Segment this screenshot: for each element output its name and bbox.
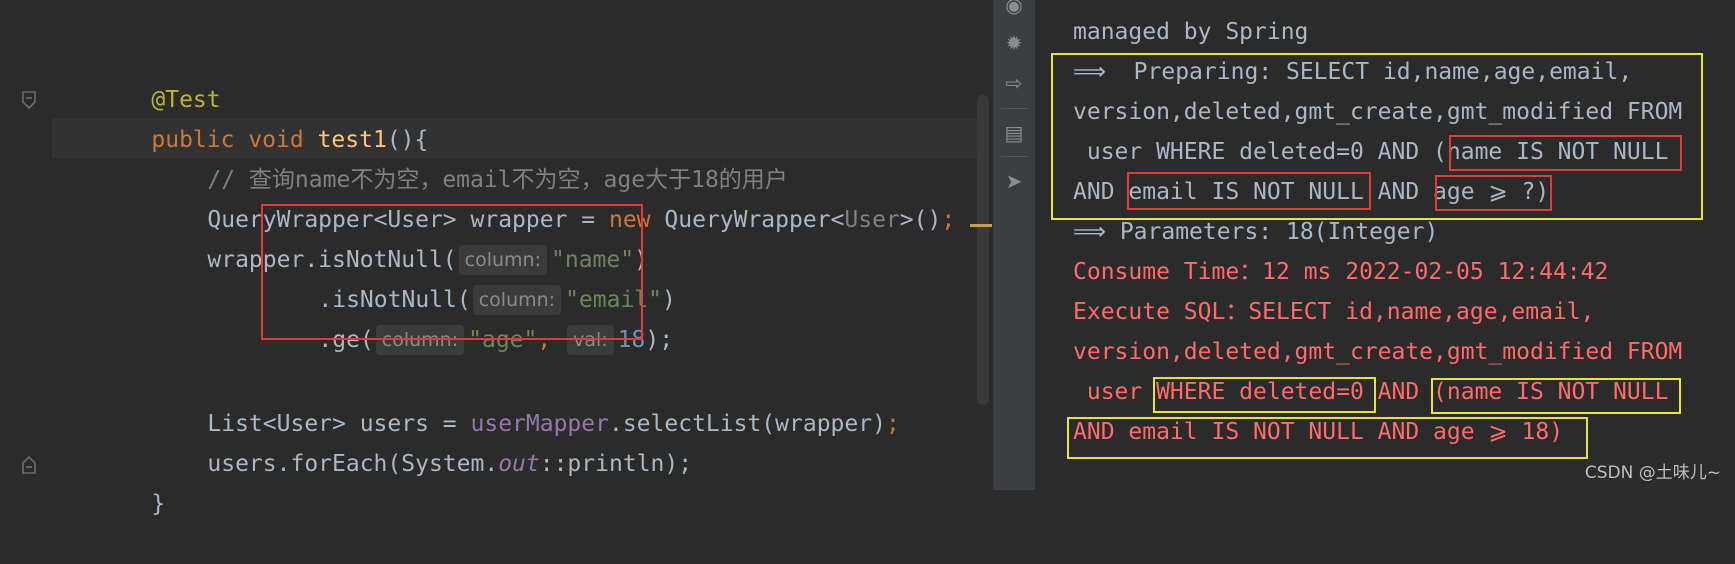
console-line: version,deleted,gmt_create,gmt_modified … <box>1073 339 1683 365</box>
bug-icon[interactable]: ✹ <box>1003 32 1025 54</box>
console-line: managed by Spring <box>1073 19 1309 45</box>
semicolon: ; <box>941 207 956 233</box>
call-end: ); <box>645 327 674 353</box>
highlight-box-age-placeholder <box>1435 175 1552 211</box>
highlight-box-email-not-null <box>1127 172 1371 210</box>
code-line-wrapper-declaration[interactable]: QueryWrapper<User> wrapper = new QueryWr… <box>152 160 955 233</box>
fold-method-icon[interactable] <box>20 90 38 110</box>
toolbar-separator <box>1001 108 1027 109</box>
editor-gutter <box>0 0 52 490</box>
semicolon: ; <box>885 411 900 437</box>
highlight-box-name-condition <box>1431 378 1681 414</box>
highlight-box-name-not-null <box>1449 135 1682 171</box>
fold-end-icon[interactable] <box>20 455 38 475</box>
code-editor[interactable]: @Test public void test1(){ // 查询name不为空，… <box>0 0 992 517</box>
static-field-out: out <box>498 451 540 477</box>
console-line-execute-sql: Execute SQL：SELECT id,name,age,email, <box>1073 299 1595 325</box>
constructor-generic: User <box>844 207 900 233</box>
code-line-select-list[interactable]: List<User> users = userMapper.selectList… <box>152 364 899 437</box>
constructor: QueryWrapper< <box>664 207 845 233</box>
code-line-comment[interactable]: // 查询name不为空，email不为空，age大于18的用户 <box>152 120 787 193</box>
constructor-end: >() <box>899 207 942 233</box>
pin-icon[interactable]: ➤ <box>1003 170 1025 192</box>
console-line-consume-time: Consume Time：12 ms 2022-02-05 12:44:42 <box>1073 259 1609 285</box>
code-line-closing-brace[interactable]: } <box>96 444 165 517</box>
toolbar-separator <box>1001 156 1027 157</box>
layout-icon[interactable]: ▤ <box>1003 122 1025 144</box>
login-icon[interactable]: ⇨ <box>1003 72 1025 94</box>
brace: } <box>151 491 166 517</box>
scrollbar-marker <box>970 224 992 227</box>
highlight-box-email-age-condition <box>1067 417 1588 459</box>
highlight-box-wrapper-conditions <box>261 204 643 340</box>
highlight-box-deleted-condition <box>1153 377 1376 413</box>
camera-icon[interactable]: ◉ <box>1003 0 1025 16</box>
editor-scrollbar[interactable] <box>977 95 989 405</box>
console-toolstrip: ◉ ✹ ⇨ ▤ ➤ <box>993 0 1035 490</box>
code-line-method-signature[interactable]: public void test1(){ <box>96 80 428 153</box>
code-line-annotation[interactable]: @Test <box>96 40 220 113</box>
foreach-suffix: ::println); <box>539 451 693 477</box>
foreach-prefix: users.forEach(System. <box>207 451 499 477</box>
watermark: CSDN @土味儿~ <box>1584 463 1721 483</box>
code-line-foreach[interactable]: users.forEach(System.out::println); <box>152 404 692 477</box>
